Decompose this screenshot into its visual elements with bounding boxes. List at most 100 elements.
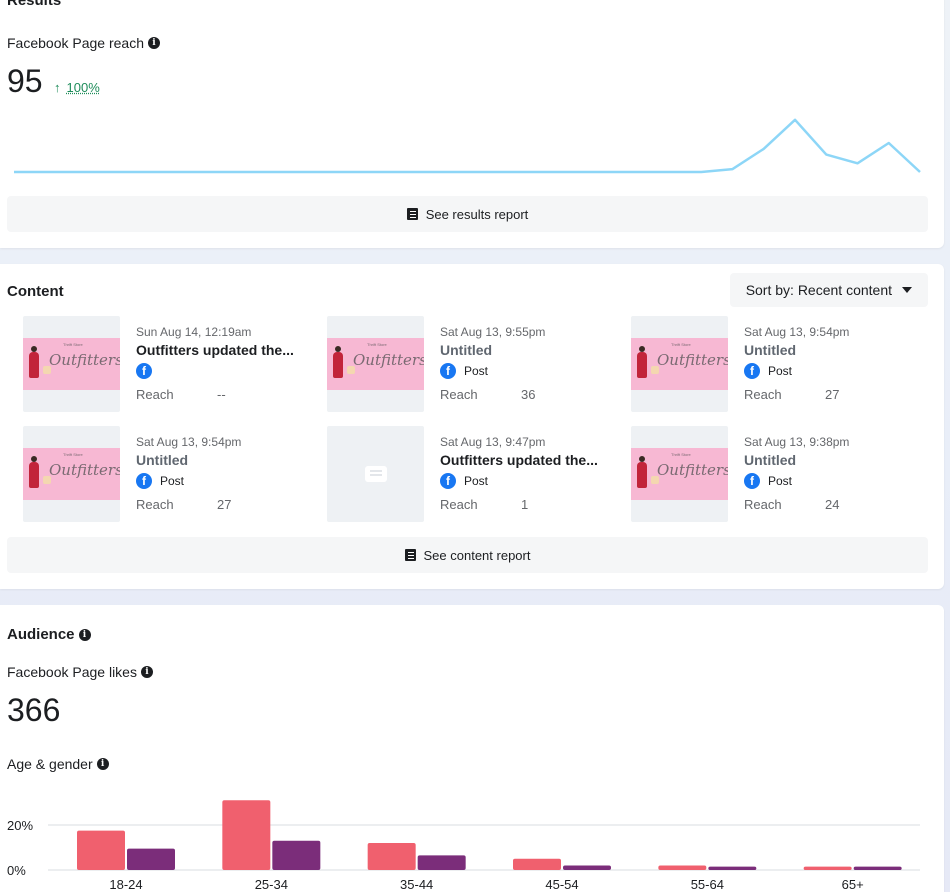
post-type: Post [768, 364, 793, 378]
age-gender-bar[interactable] [658, 865, 707, 871]
sort-dropdown[interactable]: Sort by: Recent content [729, 273, 928, 307]
post-type-row: f Post [744, 363, 792, 379]
post-reach-label: Reach [440, 387, 478, 402]
facebook-icon: f [136, 363, 152, 379]
banner-figure [29, 346, 39, 378]
content-post-item[interactable]: Thrift Store Outfitters Sat Aug 13, 9:55pm… [327, 316, 617, 412]
x-tick-label: 35-44 [400, 877, 433, 892]
post-reach-value: 27 [217, 497, 232, 512]
see-results-report-label: See results report [425, 206, 529, 222]
see-content-report-label: See content report [423, 547, 531, 563]
outfitters-banner-image: Thrift Store Outfitters [23, 448, 120, 500]
x-tick-label: 45-54 [545, 877, 578, 892]
post-title[interactable]: Untitled [744, 452, 796, 468]
post-title[interactable]: Untitled [440, 342, 492, 358]
facebook-icon: f [136, 473, 152, 489]
post-type: Post [464, 364, 489, 378]
results-card: Results Facebook Page reach i 95 ↑ 100% … [0, 0, 944, 248]
see-results-report-button[interactable]: See results report [7, 196, 928, 232]
content-post-item[interactable]: Thrift Store Outfitters Sun Aug 14, 12:19a… [23, 316, 313, 412]
banner-small-text: Thrift Store [63, 452, 83, 457]
age-gender-bar[interactable] [272, 840, 321, 870]
post-reach-label: Reach [744, 387, 782, 402]
x-tick-label: 55-64 [691, 877, 724, 892]
see-content-report-button[interactable]: See content report [7, 537, 928, 573]
post-reach-label: Reach [136, 497, 174, 512]
post-thumbnail[interactable]: Thrift Store Outfitters [23, 316, 120, 412]
banner-script-text: Outfitters [353, 351, 424, 369]
post-thumbnail[interactable]: Thrift Store Outfitters [631, 316, 728, 412]
post-title[interactable]: Outfitters updated the... [440, 452, 598, 468]
reach-series-line [14, 118, 921, 174]
post-type: Post [464, 474, 489, 488]
content-card: Content Sort by: Recent content Thrift S… [0, 264, 944, 589]
post-date: Sat Aug 13, 9:47pm [440, 435, 546, 449]
age-gender-bar[interactable] [803, 866, 852, 870]
report-icon [404, 549, 416, 561]
outfitters-banner-image: Thrift Store Outfitters [23, 338, 120, 390]
banner-script-text: Outfitters [49, 351, 120, 369]
post-reach-value: 24 [825, 497, 840, 512]
age-gender-bar[interactable] [708, 866, 757, 870]
post-title[interactable]: Untitled [744, 342, 796, 358]
banner-figure [637, 346, 647, 378]
post-type-row: f Post [440, 473, 488, 489]
content-post-item[interactable]: Sat Aug 13, 9:47pm Outfitters updated the… [327, 426, 617, 522]
post-date: Sat Aug 13, 9:54pm [136, 435, 242, 449]
y-tick-label: 20% [7, 818, 33, 833]
post-type-row: f Post [744, 473, 792, 489]
post-reach-label: Reach [744, 497, 782, 512]
post-title[interactable]: Outfitters updated the... [136, 342, 294, 358]
x-tick-label: 25-34 [255, 877, 288, 892]
post-thumbnail[interactable]: Thrift Store Outfitters [327, 316, 424, 412]
report-icon [406, 208, 418, 220]
outfitters-banner-image: Thrift Store Outfitters [631, 448, 728, 500]
post-reach-value: 1 [521, 497, 529, 512]
facebook-icon: f [440, 473, 456, 489]
post-date: Sat Aug 13, 9:54pm [744, 325, 850, 339]
caret-down-icon [902, 287, 912, 293]
age-gender-bar[interactable] [563, 865, 611, 871]
age-gender-bar[interactable] [367, 843, 416, 870]
age-gender-bar[interactable] [417, 855, 466, 870]
banner-script-text: Outfitters [657, 461, 728, 479]
age-gender-bar[interactable] [513, 858, 561, 870]
post-type-row: f [136, 363, 160, 379]
post-type-row: f Post [440, 363, 488, 379]
post-thumbnail[interactable]: Thrift Store Outfitters [23, 426, 120, 522]
age-gender-bar[interactable] [127, 848, 175, 870]
audience-card: Audience i Facebook Page likes i 366 Age… [0, 605, 944, 892]
banner-figure [333, 346, 343, 378]
banner-small-text: Thrift Store [367, 342, 387, 347]
banner-figure [637, 456, 647, 488]
content-title: Content [7, 283, 64, 300]
post-date: Sat Aug 13, 9:55pm [440, 325, 546, 339]
post-date: Sun Aug 14, 12:19am [136, 325, 252, 339]
age-gender-bar[interactable] [853, 866, 902, 870]
post-reach-value: 36 [521, 387, 536, 402]
post-reach-value: 27 [825, 387, 840, 402]
content-post-item[interactable]: Thrift Store Outfitters Sat Aug 13, 9:54pm… [631, 316, 921, 412]
post-reach-label: Reach [136, 387, 174, 402]
y-tick-label: 0% [7, 863, 26, 878]
outfitters-banner-image: Thrift Store Outfitters [327, 338, 424, 390]
content-post-item[interactable]: Thrift Store Outfitters Sat Aug 13, 9:54pm… [23, 426, 313, 522]
post-type: Post [160, 474, 185, 488]
content-post-item[interactable]: Thrift Store Outfitters Sat Aug 13, 9:38pm… [631, 426, 921, 522]
x-tick-label: 18-24 [109, 877, 142, 892]
post-reach-label: Reach [440, 497, 478, 512]
post-thumbnail[interactable]: Thrift Store Outfitters [631, 426, 728, 522]
age-gender-bar-chart: 0% 20% 18-24 25-34 35-44 45-54 55-64 65+ [7, 800, 920, 892]
post-type: Post [768, 474, 793, 488]
post-thumbnail[interactable] [327, 426, 424, 522]
facebook-icon: f [440, 363, 456, 379]
banner-small-text: Thrift Store [671, 452, 691, 457]
facebook-icon: f [744, 363, 760, 379]
post-title[interactable]: Untitled [136, 452, 188, 468]
age-gender-bar[interactable] [77, 830, 125, 870]
age-gender-bar[interactable] [222, 800, 271, 870]
x-tick-label: 65+ [842, 877, 864, 892]
facebook-icon: f [744, 473, 760, 489]
post-reach-value: -- [217, 387, 226, 402]
banner-script-text: Outfitters [657, 351, 728, 369]
